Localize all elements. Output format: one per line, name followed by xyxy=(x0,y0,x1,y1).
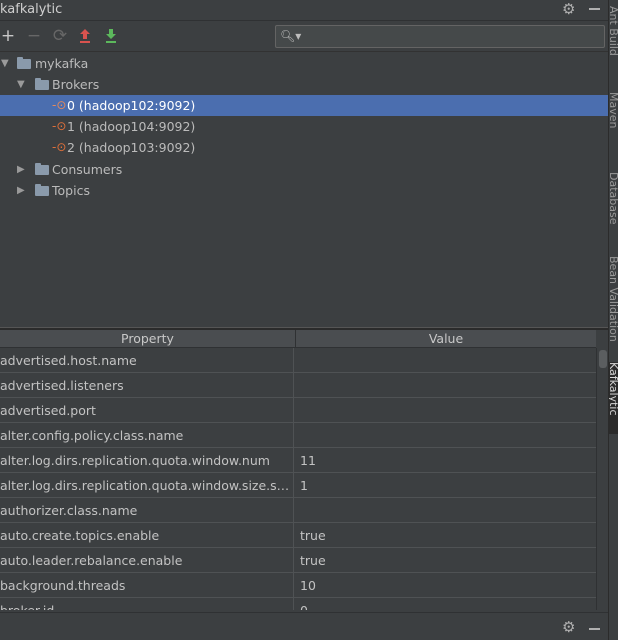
table-row[interactable]: advertised.listeners xyxy=(0,373,596,398)
search-icon: 🔍︎▾ xyxy=(280,29,302,43)
property-cell: background.threads xyxy=(0,573,294,598)
cluster-label: mykafka xyxy=(35,56,89,71)
property-cell: alter.config.policy.class.name xyxy=(0,423,294,448)
broker-icon: -⊙ xyxy=(52,119,67,133)
value-cell[interactable]: true xyxy=(300,523,590,548)
value-cell[interactable] xyxy=(300,398,590,423)
property-cell: advertised.host.name xyxy=(0,348,294,373)
value-cell[interactable] xyxy=(300,423,590,448)
table-row[interactable]: auto.create.topics.enable true xyxy=(0,523,596,548)
folder-icon xyxy=(17,57,31,69)
export-button[interactable] xyxy=(74,25,96,47)
table-scrollbar[interactable] xyxy=(596,348,608,610)
property-cell: authorizer.class.name xyxy=(0,498,294,523)
property-cell: broker.id xyxy=(0,598,294,610)
topics-label: Topics xyxy=(52,183,90,198)
tree-node-broker-2[interactable]: -⊙ 2 (hadoop103:9092) xyxy=(0,137,608,158)
upload-arrow-icon xyxy=(80,29,90,43)
folder-icon xyxy=(35,163,49,175)
broker-label: 1 (hadoop104:9092) xyxy=(67,119,196,134)
property-cell: advertised.listeners xyxy=(0,373,294,398)
property-cell: advertised.port xyxy=(0,398,294,423)
search-input[interactable] xyxy=(302,28,598,45)
value-cell[interactable] xyxy=(300,498,590,523)
minimize-icon[interactable] xyxy=(589,8,600,10)
expand-triangle-icon[interactable]: ▼ xyxy=(1,53,9,74)
stripe-tab-kafkalytic[interactable]: Kafkalytic xyxy=(609,362,618,434)
folder-icon xyxy=(35,184,49,196)
tool-window-header: kafkalytic ⚙ xyxy=(0,0,608,21)
value-cell[interactable]: 11 xyxy=(300,448,590,473)
value-cell[interactable] xyxy=(300,373,590,398)
remove-cluster-button[interactable]: − xyxy=(23,25,45,47)
table-row[interactable]: broker.id 0 xyxy=(0,598,596,610)
add-cluster-button[interactable]: + xyxy=(0,25,19,47)
column-header-value[interactable]: Value xyxy=(296,330,596,348)
table-row[interactable]: authorizer.class.name xyxy=(0,498,596,523)
tree-node-broker-0[interactable]: -⊙ 0 (hadoop102:9092) xyxy=(0,95,608,116)
stripe-tab-bean-validation[interactable]: Bean Validation xyxy=(609,256,618,348)
collapse-triangle-icon[interactable]: ▶ xyxy=(17,159,25,180)
tree-node-brokers[interactable]: ▼ Brokers xyxy=(0,74,608,95)
right-tool-stripe: Ant Build Maven Database Bean Validation… xyxy=(608,0,618,640)
brokers-label: Brokers xyxy=(52,77,100,92)
refresh-button[interactable]: ⟳ xyxy=(49,25,71,47)
stripe-tab-database[interactable]: Database xyxy=(609,172,618,240)
tree-node-topics[interactable]: ▶ Topics xyxy=(0,180,608,201)
import-button[interactable] xyxy=(100,25,122,47)
cluster-tree: ▼ mykafka ▼ Brokers -⊙ 0 (hadoop102:9092… xyxy=(0,53,608,327)
properties-table: Property Value advertised.host.name adve… xyxy=(0,330,608,610)
broker-icon: -⊙ xyxy=(52,140,67,154)
table-row[interactable]: advertised.port xyxy=(0,398,596,423)
bottom-bar: ⚙ xyxy=(0,612,608,640)
scrollbar-thumb[interactable] xyxy=(599,350,607,368)
tree-node-cluster[interactable]: ▼ mykafka xyxy=(0,53,608,74)
minimize-icon[interactable] xyxy=(589,628,600,630)
collapse-triangle-icon[interactable]: ▶ xyxy=(17,180,25,201)
property-cell: alter.log.dirs.replication.quota.window.… xyxy=(0,448,294,473)
property-cell: auto.leader.rebalance.enable xyxy=(0,548,294,573)
table-body: advertised.host.name advertised.listener… xyxy=(0,348,596,610)
download-arrow-icon xyxy=(106,29,116,43)
table-row[interactable]: auto.leader.rebalance.enable true xyxy=(0,548,596,573)
broker-label: 2 (hadoop103:9092) xyxy=(67,140,196,155)
value-cell[interactable]: true xyxy=(300,548,590,573)
value-cell[interactable]: 0 xyxy=(300,598,590,610)
property-cell: auto.create.topics.enable xyxy=(0,523,294,548)
search-box[interactable]: 🔍︎▾ xyxy=(275,25,605,48)
settings-gear-icon[interactable]: ⚙ xyxy=(562,618,575,636)
folder-icon xyxy=(35,78,49,90)
value-cell[interactable]: 1 xyxy=(300,473,590,498)
table-row[interactable]: alter.log.dirs.replication.quota.window.… xyxy=(0,473,596,498)
property-cell: alter.log.dirs.replication.quota.window.… xyxy=(0,473,294,498)
table-row[interactable]: background.threads 10 xyxy=(0,573,596,598)
tree-node-consumers[interactable]: ▶ Consumers xyxy=(0,159,608,180)
table-row[interactable]: alter.config.policy.class.name xyxy=(0,423,596,448)
value-cell[interactable] xyxy=(300,348,590,373)
broker-label: 0 (hadoop102:9092) xyxy=(67,98,196,113)
consumers-label: Consumers xyxy=(52,162,123,177)
table-row[interactable]: advertised.host.name xyxy=(0,348,596,373)
value-cell[interactable]: 10 xyxy=(300,573,590,598)
table-row[interactable]: alter.log.dirs.replication.quota.window.… xyxy=(0,448,596,473)
column-header-property[interactable]: Property xyxy=(0,330,296,348)
stripe-tab-maven[interactable]: Maven xyxy=(609,92,618,154)
settings-gear-icon[interactable]: ⚙ xyxy=(562,0,575,18)
table-header: Property Value xyxy=(0,330,596,348)
tool-window-title: kafkalytic xyxy=(0,2,63,17)
broker-icon: -⊙ xyxy=(52,98,67,112)
expand-triangle-icon[interactable]: ▼ xyxy=(17,74,25,95)
tree-node-broker-1[interactable]: -⊙ 1 (hadoop104:9092) xyxy=(0,116,608,137)
stripe-tab-ant-build[interactable]: Ant Build xyxy=(609,6,618,76)
toolbar: + − ⟳ 🔍︎▾ xyxy=(0,22,608,52)
